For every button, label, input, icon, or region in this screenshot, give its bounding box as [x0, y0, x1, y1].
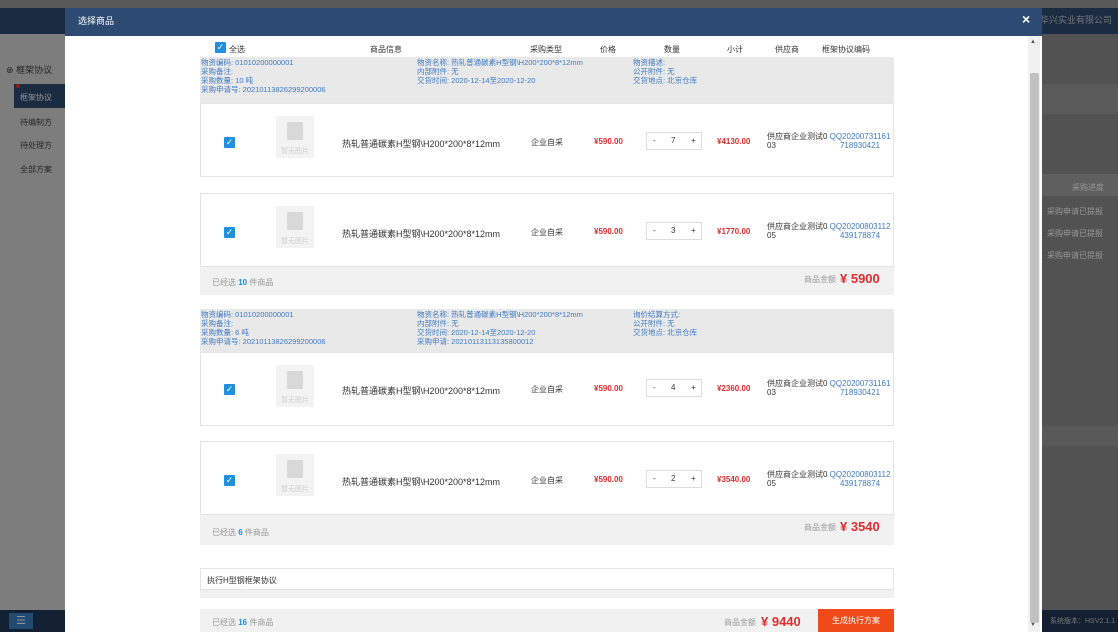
- unit-price: ¥590.00: [594, 384, 623, 393]
- select-all-checkbox[interactable]: ✓: [215, 42, 226, 53]
- scroll-up-icon[interactable]: ▲: [1030, 39, 1036, 45]
- item-checkbox[interactable]: ✓: [224, 227, 235, 238]
- agreement-code-link[interactable]: QQ20200731161718930421: [829, 132, 891, 150]
- group-amount: ¥ 3540: [840, 519, 880, 534]
- decrement-button[interactable]: -: [653, 383, 656, 392]
- product-row: ✓ 暂无图片 热轧普通碳素H型钢\H200*200*8*12mm 企业自采 ¥5…: [200, 352, 894, 426]
- col-info: 商品信息: [370, 45, 402, 54]
- quantity-stepper: - 7 +: [646, 132, 702, 150]
- unit-price: ¥590.00: [594, 475, 623, 484]
- increment-button[interactable]: +: [691, 136, 696, 145]
- building-icon: [287, 460, 303, 478]
- supplier-name: 供应商企业测试005: [767, 470, 828, 488]
- product-image: 暂无图片: [276, 116, 314, 158]
- group-info-bar: 物资编码: 01010200000001 采购备注: 采购数量: 6 吨 采购申…: [200, 309, 894, 352]
- increment-button[interactable]: +: [691, 226, 696, 235]
- footer-summary: 已经选 16 件商品 商品金额 ¥ 9440 生成执行方案: [200, 609, 894, 632]
- total-amount-label: 商品金额: [724, 618, 756, 627]
- product-row: ✓ 暂无图片 热轧普通碳素H型钢\H200*200*8*12mm 企业自采 ¥5…: [200, 103, 894, 177]
- col-subtotal: 小计: [727, 45, 743, 54]
- product-row: ✓ 暂无图片 热轧普通碳素H型钢\H200*200*8*12mm 企业自采 ¥5…: [200, 193, 894, 267]
- supplier-name: 供应商企业测试003: [767, 132, 828, 150]
- item-checkbox[interactable]: ✓: [224, 137, 235, 148]
- quantity-value[interactable]: 7: [671, 136, 675, 145]
- amount-label: 商品金额: [804, 523, 836, 532]
- subtotal: ¥1770.00: [717, 227, 751, 236]
- col-code: 框架协议编码: [822, 45, 870, 54]
- unit-price: ¥590.00: [594, 137, 623, 146]
- agreement-code-link[interactable]: QQ20200803112439178874: [829, 222, 891, 240]
- selected-count-text: 已经选 10 件商品: [212, 278, 274, 287]
- col-qty: 数量: [664, 45, 680, 54]
- group-summary: 已经选 6 件商品 商品金额 ¥ 3540: [200, 515, 894, 545]
- amount-label: 商品金额: [804, 275, 836, 284]
- total-selected-text: 已经选 16 件商品: [212, 618, 274, 627]
- product-name: 热轧普通碳素H型钢\H200*200*8*12mm: [342, 477, 501, 487]
- product-name: 热轧普通碳素H型钢\H200*200*8*12mm: [342, 229, 501, 239]
- quantity-stepper: - 2 +: [646, 470, 702, 488]
- decrement-button[interactable]: -: [653, 136, 656, 145]
- subtotal: ¥4130.00: [717, 137, 751, 146]
- col-type: 采购类型: [530, 45, 562, 54]
- building-icon: [287, 122, 303, 140]
- product-name: 热轧普通碳素H型钢\H200*200*8*12mm: [342, 386, 501, 396]
- quantity-value[interactable]: 4: [671, 383, 675, 392]
- quantity-stepper: - 4 +: [646, 379, 702, 397]
- decrement-button[interactable]: -: [653, 226, 656, 235]
- supplier-name: 供应商企业测试003: [767, 379, 828, 397]
- purchase-type: 企业自采: [531, 476, 563, 485]
- item-checkbox[interactable]: ✓: [224, 475, 235, 486]
- agreement-code-link[interactable]: QQ20200803112439178874: [829, 470, 891, 488]
- product-image: 暂无图片: [276, 206, 314, 248]
- close-icon[interactable]: ×: [1022, 12, 1030, 26]
- subtotal: ¥3540.00: [717, 475, 751, 484]
- modal-title: 选择商品: [78, 16, 115, 26]
- product-name: 热轧普通碳素H型钢\H200*200*8*12mm: [342, 139, 501, 149]
- building-icon: [287, 212, 303, 230]
- unit-price: ¥590.00: [594, 227, 623, 236]
- modal-header: 选择商品: [65, 8, 1042, 36]
- group-info-bar: 物资编码: 01010200000001 采购备注: 采购数量: 10 吨 采购…: [200, 57, 894, 103]
- quantity-stepper: - 3 +: [646, 222, 702, 240]
- product-image: 暂无图片: [276, 454, 314, 496]
- purchase-type: 企业自采: [531, 138, 563, 147]
- decrement-button[interactable]: -: [653, 474, 656, 483]
- item-checkbox[interactable]: ✓: [224, 384, 235, 395]
- quantity-value[interactable]: 3: [671, 226, 675, 235]
- total-amount: ¥ 9440: [761, 614, 801, 629]
- product-image: 暂无图片: [276, 365, 314, 407]
- purchase-type: 企业自采: [531, 385, 563, 394]
- selected-count-text: 已经选 6 件商品: [212, 528, 269, 537]
- plan-name-field[interactable]: 执行H型钢框架协议: [200, 568, 894, 590]
- agreement-code-link[interactable]: QQ20200731161718930421: [829, 379, 891, 397]
- subtotal: ¥2360.00: [717, 384, 751, 393]
- increment-button[interactable]: +: [691, 474, 696, 483]
- product-row: ✓ 暂无图片 热轧普通碳素H型钢\H200*200*8*12mm 企业自采 ¥5…: [200, 441, 894, 515]
- increment-button[interactable]: +: [691, 383, 696, 392]
- generate-plan-button[interactable]: 生成执行方案: [818, 609, 894, 632]
- group-amount: ¥ 5900: [840, 271, 880, 286]
- select-all-label: 全选: [229, 45, 245, 54]
- col-price: 价格: [600, 45, 616, 54]
- quantity-value[interactable]: 2: [671, 474, 675, 483]
- supplier-name: 供应商企业测试005: [767, 222, 828, 240]
- purchase-type: 企业自采: [531, 228, 563, 237]
- col-supplier: 供应商: [775, 45, 799, 54]
- building-icon: [287, 371, 303, 389]
- group-summary: 已经选 10 件商品 商品金额 ¥ 5900: [200, 267, 894, 295]
- scroll-thumb[interactable]: [1030, 73, 1039, 623]
